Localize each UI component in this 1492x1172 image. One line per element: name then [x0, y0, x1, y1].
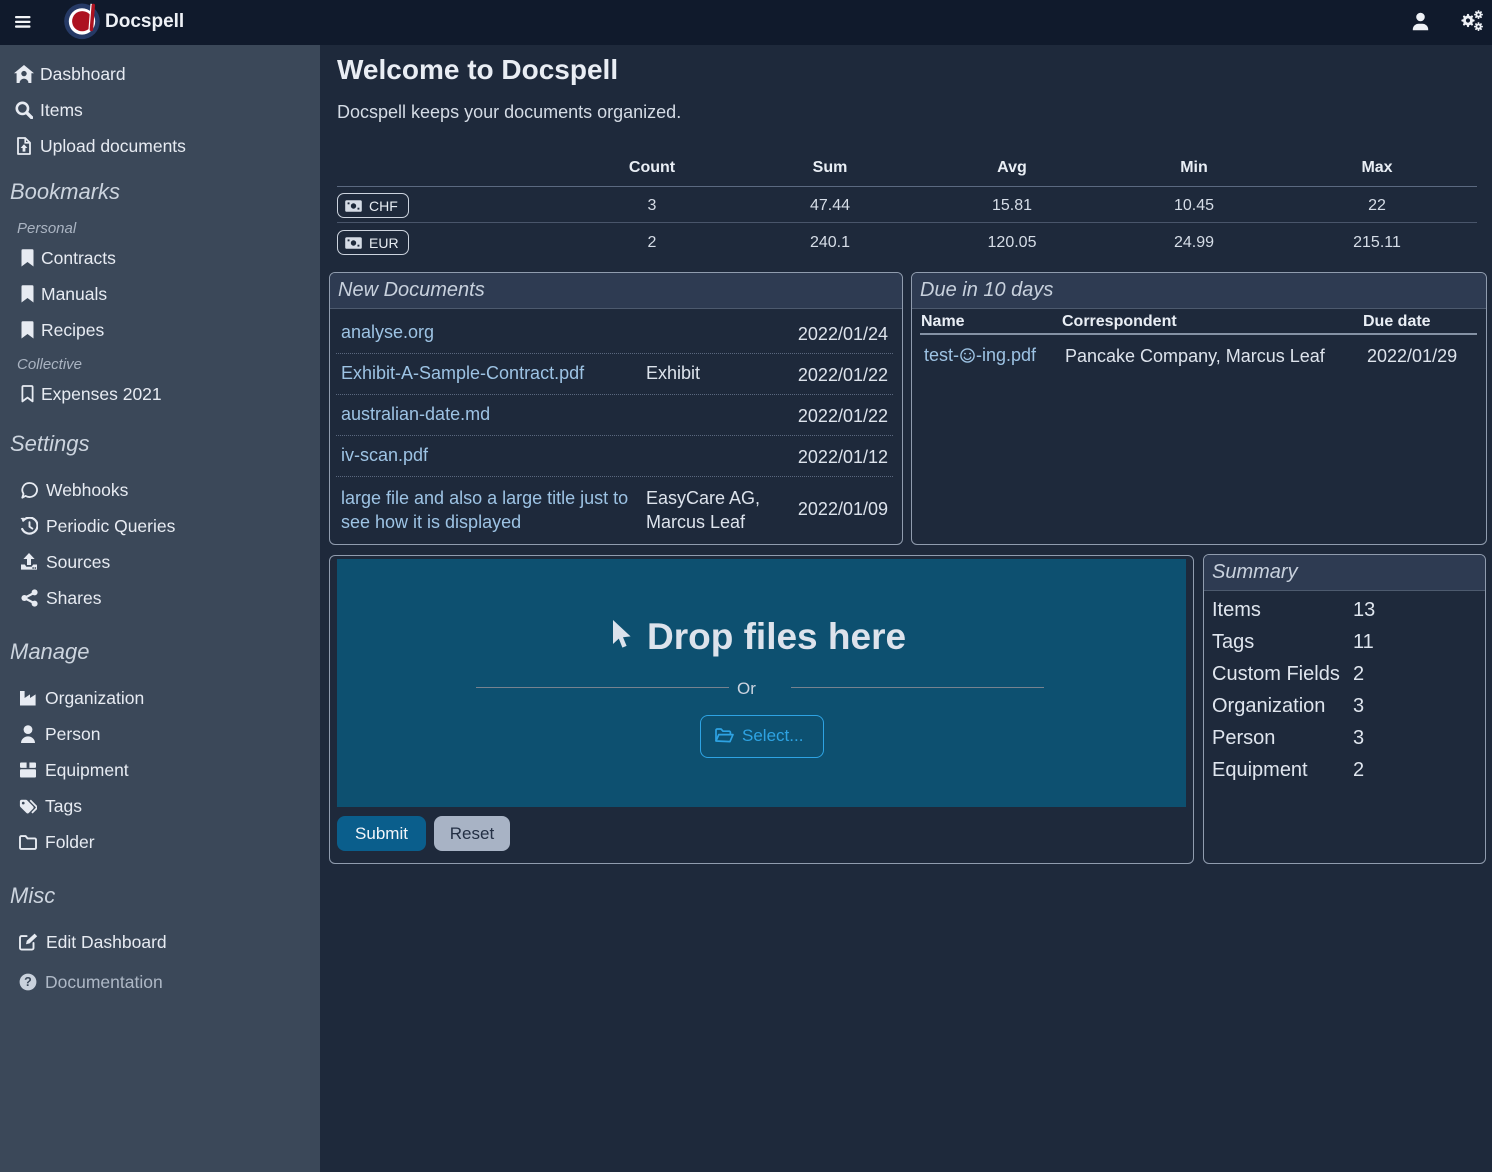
- svg-text:?: ?: [24, 975, 32, 989]
